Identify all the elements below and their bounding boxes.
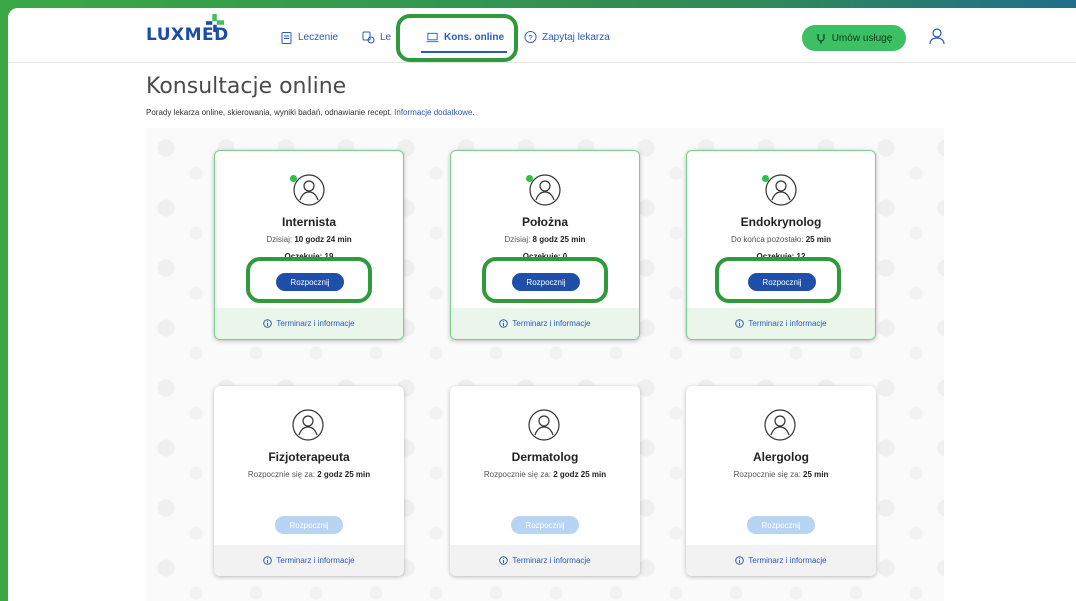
doctor-avatar-icon bbox=[291, 408, 325, 442]
online-status-dot bbox=[526, 175, 533, 182]
start-button[interactable]: Rozpocznij bbox=[275, 516, 343, 534]
consultation-card-internista: Internista Dzisiaj: 10 godz 24 min Oczek… bbox=[214, 150, 404, 340]
info-prefix: Rozpocznie się za: bbox=[483, 470, 554, 479]
schedule-info: Rozpocznie się za: 25 min bbox=[686, 470, 876, 479]
highlight-nav-kons-online bbox=[396, 14, 518, 62]
specialist-name: Endokrynolog bbox=[740, 215, 822, 229]
doctor-avatar-icon bbox=[762, 173, 798, 207]
schedule-info: Dzisiaj: 10 godz 24 min bbox=[215, 235, 403, 244]
schedule-info: Dzisiaj: 8 godz 25 min bbox=[451, 235, 639, 244]
specialist-name: Alergolog bbox=[753, 450, 809, 464]
page-subtitle: Porady lekarza online, skierowania, wyni… bbox=[146, 108, 475, 117]
specialist-name: Internista bbox=[281, 215, 336, 229]
start-button[interactable]: Rozpocznij bbox=[747, 516, 815, 534]
online-status-dot bbox=[290, 175, 297, 182]
info-icon bbox=[735, 556, 745, 565]
top-navigation: LUXMED Leczenie Le Kons. online ? Zapyta… bbox=[8, 8, 1076, 63]
highlight-start-internista bbox=[246, 257, 372, 303]
info-value: 8 godz 25 min bbox=[532, 235, 586, 244]
nav-label: Leczenie bbox=[298, 31, 339, 43]
consultation-card-alergolog: Alergolog Rozpocznie się za: 25 min Rozp… bbox=[686, 386, 876, 576]
consultation-card-endokrynolog: Endokrynolog Do końca pozostało: 25 min … bbox=[686, 150, 876, 340]
schedule-info-link[interactable]: Terminarz i informacje bbox=[687, 308, 875, 339]
footer-label: Terminarz i informacje bbox=[276, 319, 355, 328]
nav-label: Le bbox=[380, 31, 392, 43]
specialist-name: Fizjoterapeuta bbox=[268, 450, 350, 464]
online-status-dot bbox=[762, 175, 769, 182]
schedule-info-link[interactable]: Terminarz i informacje bbox=[451, 308, 639, 339]
footer-label: Terminarz i informacje bbox=[276, 556, 355, 565]
info-icon bbox=[499, 556, 509, 565]
doctor-avatar-icon bbox=[763, 408, 797, 442]
doctor-avatar-icon bbox=[526, 173, 562, 207]
info-value: 2 godz 25 min bbox=[317, 470, 371, 479]
nav-item-leki[interactable]: Le bbox=[362, 26, 391, 48]
info-prefix: Dzisiaj: bbox=[266, 235, 295, 244]
nav-item-leczenie[interactable]: Leczenie bbox=[280, 26, 338, 48]
highlight-start-endokrynolog bbox=[715, 257, 841, 303]
info-prefix: Do końca pozostało: bbox=[730, 235, 806, 244]
doctor-avatar-icon bbox=[527, 408, 561, 442]
schedule-info: Rozpocznie się za: 2 godz 25 min bbox=[214, 470, 404, 479]
info-value: 2 godz 25 min bbox=[553, 470, 607, 479]
nav-item-zapytaj-lekarza[interactable]: ? Zapytaj lekarza bbox=[524, 26, 610, 48]
nav-label: Zapytaj lekarza bbox=[542, 31, 610, 43]
info-value: 25 min bbox=[803, 470, 829, 479]
consultation-card-dermatolog: Dermatolog Rozpocznie się za: 2 godz 25 … bbox=[450, 386, 640, 576]
highlight-start-polozna bbox=[482, 257, 608, 303]
svg-text:?: ? bbox=[528, 33, 532, 42]
pills-icon bbox=[362, 31, 375, 44]
start-button[interactable]: Rozpocznij bbox=[511, 516, 579, 534]
book-service-button[interactable]: Umów usługę bbox=[802, 25, 906, 51]
footer-label: Terminarz i informacje bbox=[512, 319, 591, 328]
stethoscope-icon bbox=[817, 33, 825, 43]
schedule-info-link[interactable]: Terminarz i informacje bbox=[214, 545, 404, 576]
doctor-avatar-icon bbox=[290, 173, 326, 207]
footer-label: Terminarz i informacje bbox=[512, 556, 591, 565]
footer-label: Terminarz i informacje bbox=[748, 556, 827, 565]
info-icon bbox=[735, 319, 745, 328]
luxmed-logo[interactable]: LUXMED bbox=[146, 14, 229, 48]
consultation-card-polozna: Położna Dzisiaj: 8 godz 25 min Oczekuje:… bbox=[450, 150, 640, 340]
info-icon bbox=[263, 556, 273, 565]
schedule-info: Do końca pozostało: 25 min bbox=[687, 235, 875, 244]
info-prefix: Dzisiaj: bbox=[504, 235, 533, 244]
schedule-info-link[interactable]: Terminarz i informacje bbox=[686, 545, 876, 576]
subtitle-text: Porady lekarza online, skierowania, wyni… bbox=[146, 108, 395, 117]
page-title: Konsultacje online bbox=[146, 74, 347, 99]
user-account-icon[interactable] bbox=[928, 27, 946, 45]
app-window: LUXMED Leczenie Le Kons. online ? Zapyta… bbox=[8, 8, 1076, 601]
question-icon: ? bbox=[524, 30, 537, 44]
footer-label: Terminarz i informacje bbox=[748, 319, 827, 328]
info-icon bbox=[499, 319, 509, 328]
info-value: 10 godz 24 min bbox=[294, 235, 352, 244]
consultation-card-fizjoterapeuta: Fizjoterapeuta Rozpocznie się za: 2 godz… bbox=[214, 386, 404, 576]
schedule-info-link[interactable]: Terminarz i informacje bbox=[215, 308, 403, 339]
specialist-name: Dermatolog bbox=[511, 450, 579, 464]
more-info-link[interactable]: Informacje dodatkowe. bbox=[394, 108, 475, 117]
logo-cross-icon bbox=[206, 14, 224, 32]
schedule-info-link[interactable]: Terminarz i informacje bbox=[450, 545, 640, 576]
clipboard-icon bbox=[280, 31, 293, 44]
info-prefix: Rozpocznie się za: bbox=[733, 470, 804, 479]
info-icon bbox=[263, 319, 273, 328]
book-service-label: Umów usługę bbox=[831, 32, 893, 44]
specialist-name: Położna bbox=[521, 215, 568, 229]
schedule-info: Rozpocznie się za: 2 godz 25 min bbox=[450, 470, 640, 479]
info-value: 25 min bbox=[805, 235, 832, 244]
info-prefix: Rozpocznie się za: bbox=[247, 470, 318, 479]
